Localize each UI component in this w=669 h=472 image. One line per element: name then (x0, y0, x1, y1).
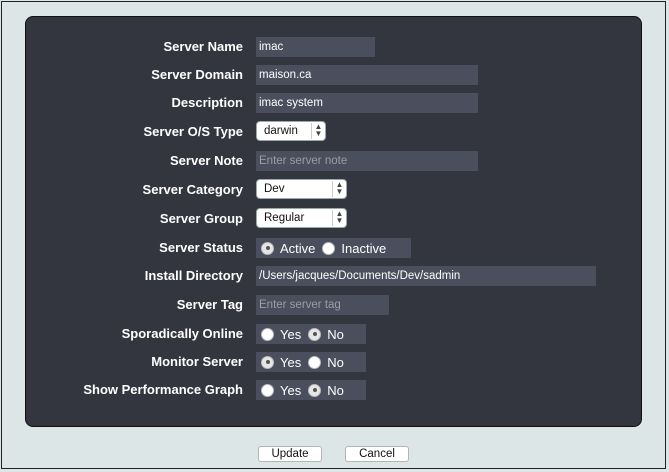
install-dir-input[interactable] (256, 266, 596, 286)
status-label: Server Status (159, 240, 243, 255)
monitor-no-radio[interactable] (308, 355, 322, 369)
performance-graph-radio-group: Yes No (256, 380, 366, 400)
sporadically-online-radio-group: Yes No (256, 324, 366, 344)
row-performance-graph: Show Performance Graph Yes No (0, 380, 665, 400)
perfgraph-no-label: No (327, 382, 344, 398)
os-type-value: darwin (264, 125, 298, 137)
perfgraph-yes-label: Yes (280, 382, 302, 398)
description-input[interactable] (256, 93, 478, 113)
row-group: Server Group Regular ▲ ▼ (0, 208, 665, 229)
row-os-type: Server O/S Type darwin ▲ ▼ (0, 121, 665, 142)
monitor-yes-radio[interactable] (261, 355, 274, 369)
chevron-updown-icon: ▲ ▼ (332, 210, 346, 226)
monitor-server-label: Monitor Server (151, 354, 243, 369)
sporadically-yes-radio[interactable] (261, 327, 274, 341)
monitor-server-radio-group: Yes No (256, 352, 366, 372)
server-note-label: Server Note (170, 153, 243, 168)
cancel-button[interactable]: Cancel (345, 446, 409, 462)
category-select[interactable]: Dev ▲ ▼ (256, 179, 347, 199)
category-label: Server Category (142, 182, 243, 197)
monitor-no-label: No (327, 354, 344, 370)
sporadically-no-radio[interactable] (308, 327, 322, 341)
perfgraph-no-radio[interactable] (308, 383, 322, 397)
row-description: Description (0, 93, 665, 113)
performance-graph-label: Show Performance Graph (83, 382, 243, 397)
row-status: Server Status Active Inactive (0, 238, 665, 258)
row-server-name: Server Name (0, 37, 665, 57)
server-domain-label: Server Domain (151, 67, 243, 82)
monitor-yes-label: Yes (280, 354, 302, 370)
chevron-updown-icon: ▲ ▼ (332, 181, 346, 197)
status-inactive-radio[interactable] (322, 241, 336, 255)
status-active-label: Active (280, 240, 316, 256)
update-button[interactable]: Update (258, 446, 322, 462)
sporadically-no-label: No (327, 326, 344, 342)
row-server-tag: Server Tag (0, 295, 665, 315)
server-tag-label: Server Tag (176, 297, 243, 312)
server-note-input[interactable] (256, 151, 478, 171)
sporadically-yes-label: Yes (280, 326, 302, 342)
category-value: Dev (264, 183, 285, 195)
description-label: Description (171, 95, 243, 110)
group-select[interactable]: Regular ▲ ▼ (256, 208, 347, 228)
group-label: Server Group (159, 211, 243, 226)
perfgraph-yes-radio[interactable] (261, 383, 274, 397)
row-monitor-server: Monitor Server Yes No (0, 352, 665, 372)
row-server-note: Server Note (0, 151, 665, 171)
row-sporadically-online: Sporadically Online Yes No (0, 324, 665, 344)
row-category: Server Category Dev ▲ ▼ (0, 179, 665, 200)
status-inactive-label: Inactive (341, 240, 387, 256)
server-name-input[interactable] (256, 37, 375, 57)
row-install-dir: Install Directory (0, 266, 665, 286)
group-value: Regular (264, 212, 305, 224)
server-domain-input[interactable] (256, 65, 478, 85)
status-active-radio[interactable] (261, 241, 274, 255)
server-tag-input[interactable] (256, 295, 389, 315)
os-type-select[interactable]: darwin ▲ ▼ (256, 121, 326, 141)
chevron-updown-icon: ▲ ▼ (311, 123, 325, 139)
os-type-label: Server O/S Type (143, 124, 243, 139)
row-server-domain: Server Domain (0, 65, 665, 85)
install-dir-label: Install Directory (144, 268, 243, 283)
server-name-label: Server Name (163, 39, 244, 54)
status-radio-group: Active Inactive (256, 238, 411, 258)
sporadically-online-label: Sporadically Online (121, 326, 243, 341)
